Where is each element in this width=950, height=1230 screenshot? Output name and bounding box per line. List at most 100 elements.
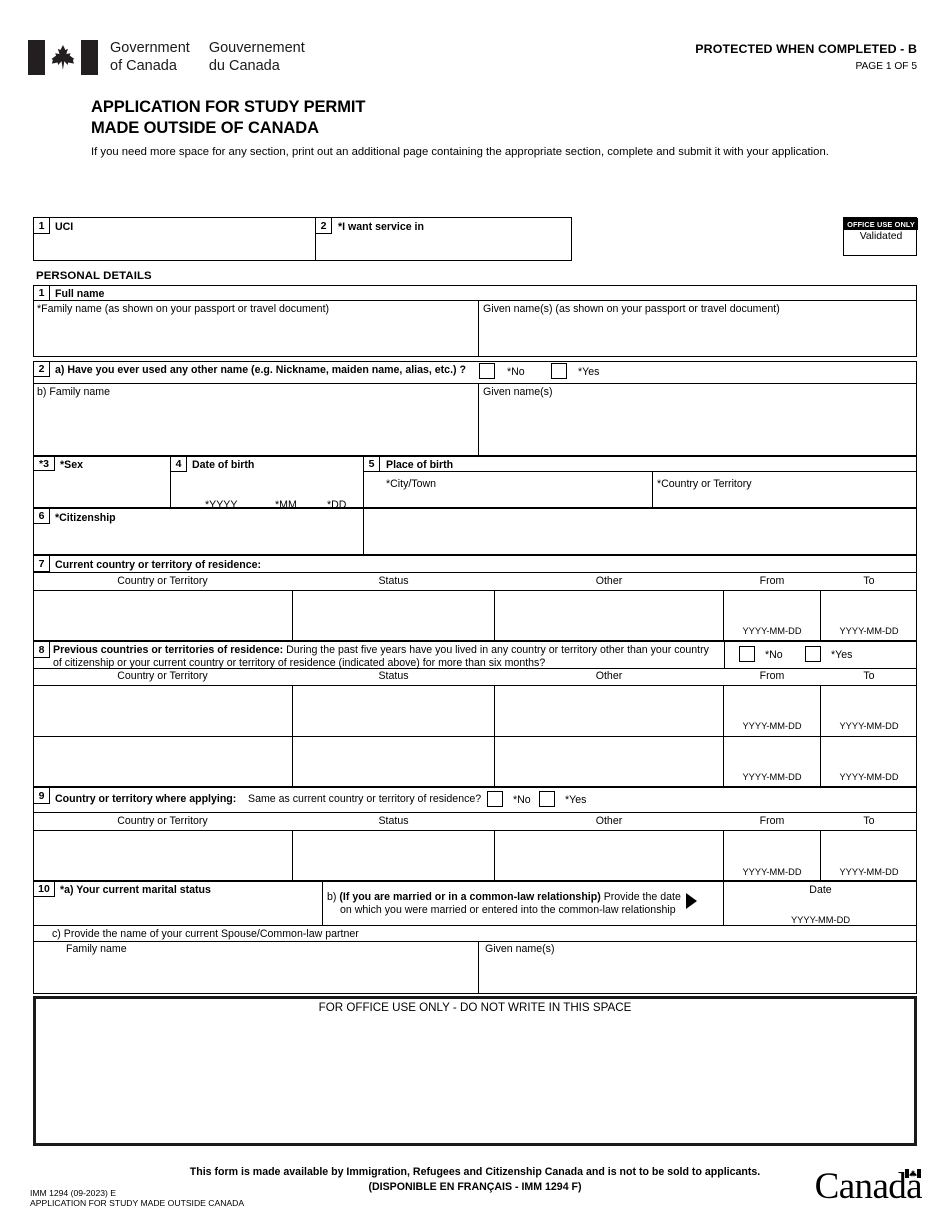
prev-residence-yes-checkbox[interactable] xyxy=(805,646,821,662)
sex-label: *Sex xyxy=(60,459,83,471)
page-indicator: PAGE 1 OF 5 xyxy=(855,61,917,72)
field-number-p6: 6 xyxy=(33,508,50,524)
othername-family-label: b) Family name xyxy=(37,386,110,398)
field-7-header-divider xyxy=(33,590,917,591)
f8-row2-to-hint: YYYY-MM-DD xyxy=(839,772,899,782)
othername-yes-checkbox[interactable] xyxy=(551,363,567,379)
f8-col1-divider xyxy=(292,685,293,787)
canada-flag-small-icon xyxy=(905,1169,921,1178)
canada-flag-icon xyxy=(28,40,98,75)
spouse-name-instruction: c) Provide the name of your current Spou… xyxy=(52,928,359,940)
spouse-given-name-label: Given name(s) xyxy=(485,943,555,955)
f9-col-from-header: From xyxy=(759,815,785,827)
field-2-question-divider xyxy=(33,383,917,384)
f8-row2-from-hint: YYYY-MM-DD xyxy=(742,772,802,782)
footer-availability-note: This form is made available by Immigrati… xyxy=(189,1166,761,1178)
f9-col1-divider xyxy=(292,830,293,881)
f8-col2-divider xyxy=(494,685,495,787)
f7-col1-divider xyxy=(292,590,293,641)
office-use-only-header: OFFICE USE ONLY xyxy=(844,218,918,230)
f8-col-other-header: Other xyxy=(595,670,623,682)
field-1-label-divider xyxy=(33,300,917,301)
fullname-label: Full name xyxy=(55,288,105,300)
othername-given-label: Given name(s) xyxy=(483,386,553,398)
f9-col-status-header: Status xyxy=(378,815,409,827)
marriage-date-hint: YYYY-MM-DD xyxy=(790,915,851,925)
office-use-only-title: FOR OFFICE USE ONLY - DO NOT WRITE IN TH… xyxy=(318,1001,632,1014)
pob-label: Place of birth xyxy=(386,459,454,471)
current-residence-label: Current country or territory of residenc… xyxy=(55,559,262,571)
marriage-date-question: b) (If you are married or in a common-la… xyxy=(327,890,682,904)
f9-col-to-header: To xyxy=(863,815,875,827)
f7-col-to-header: To xyxy=(863,575,875,587)
prev-residence-question: Previous countries or territories of res… xyxy=(53,644,718,658)
pob-country-label: *Country or Territory xyxy=(657,478,752,490)
field-number-p2: 2 xyxy=(33,361,50,377)
othername-yes-label: *Yes xyxy=(578,366,600,378)
gov-en-line1: Government xyxy=(110,40,190,56)
f8-question-yesno-divider xyxy=(724,641,725,668)
f9-to-date-hint: YYYY-MM-DD xyxy=(839,867,899,877)
form-instruction: If you need more space for any section, … xyxy=(91,146,829,158)
prev-residence-question-line2: of citizenship or your current country o… xyxy=(53,657,546,669)
f8-row1-to-hint: YYYY-MM-DD xyxy=(839,721,899,731)
gov-canada-en: Government of Canada xyxy=(110,40,190,75)
dob-label: Date of birth xyxy=(192,459,255,471)
field-number-p7: 7 xyxy=(33,555,50,572)
government-wordmark-text: Government of Canada Gouvernement du Can… xyxy=(110,40,305,75)
marriage-q-rest: Provide the date xyxy=(600,891,681,903)
field-2-name-divider xyxy=(478,383,479,456)
where-applying-label: Country or territory where applying: xyxy=(55,793,237,805)
f7-col-country-header: Country or Territory xyxy=(117,575,208,587)
where-applying-yes-label: *Yes xyxy=(565,794,587,806)
family-name-label: *Family name (as shown on your passport … xyxy=(37,303,330,315)
othername-no-label: *No xyxy=(507,366,525,378)
f10-spouse-name-divider xyxy=(478,941,479,994)
canada-wordmark: Canada xyxy=(815,1168,923,1205)
triangle-right-icon xyxy=(686,893,697,909)
office-use-validated-box: OFFICE USE ONLY Validated xyxy=(843,217,918,256)
gov-en-line2: of Canada xyxy=(110,57,177,74)
field-number-p4: 4 xyxy=(170,456,187,472)
gov-fr-line2: du Canada xyxy=(208,57,280,74)
footer-french-note: (DISPONIBLE EN FRANÇAIS - IMM 1294 F) xyxy=(368,1181,582,1193)
where-applying-yes-checkbox[interactable] xyxy=(539,791,555,807)
where-applying-no-checkbox[interactable] xyxy=(487,791,503,807)
field-7-title-divider xyxy=(33,572,917,573)
f8-col-from-header: From xyxy=(759,670,785,682)
field-number-1: 1 xyxy=(33,217,50,234)
f8-col-country-header: Country or Territory xyxy=(117,670,208,682)
marriage-date-label: Date xyxy=(809,884,832,896)
marriage-q-lead: b) xyxy=(327,891,340,903)
f7-to-date-hint: YYYY-MM-DD xyxy=(839,626,899,636)
pob-city-country-divider xyxy=(652,471,653,508)
prev-residence-yes-label: *Yes xyxy=(831,649,853,661)
field-number-2: 2 xyxy=(315,217,332,234)
f10-a-b-divider xyxy=(322,881,323,925)
section-heading-personal-details: PERSONAL DETAILS xyxy=(36,270,152,282)
citizenship-label: *Citizenship xyxy=(55,512,116,524)
field-9-question-divider xyxy=(33,812,917,813)
form-page: Government of Canada Gouvernement du Can… xyxy=(0,0,950,1230)
uci-label: UCI xyxy=(55,221,74,233)
field-number-p9: 9 xyxy=(33,787,50,804)
page-title-line1: APPLICATION FOR STUDY PERMIT xyxy=(91,98,366,116)
f8-col-to-header: To xyxy=(863,670,875,682)
field-345-box xyxy=(33,456,917,508)
f9-col2-divider xyxy=(494,830,495,881)
othername-no-checkbox[interactable] xyxy=(479,363,495,379)
prev-residence-no-checkbox[interactable] xyxy=(739,646,755,662)
field-8-row-divider xyxy=(33,736,917,737)
page-title-line2: MADE OUTSIDE OF CANADA xyxy=(91,119,319,137)
field-number-p3: *3 xyxy=(33,456,55,471)
field-number-p10: 10 xyxy=(33,881,55,897)
pob-city-label: *City/Town xyxy=(386,478,437,490)
field-9-header-divider xyxy=(33,830,917,831)
field-6-citizenship-box xyxy=(33,508,917,555)
field-10-c-divider xyxy=(33,941,917,942)
f8-row1-from-hint: YYYY-MM-DD xyxy=(742,721,802,731)
prev-residence-question-bold: Previous countries or territories of res… xyxy=(53,644,284,656)
field-1-name-divider xyxy=(478,300,479,357)
f9-from-date-hint: YYYY-MM-DD xyxy=(742,867,802,877)
f7-col-from-header: From xyxy=(759,575,785,587)
